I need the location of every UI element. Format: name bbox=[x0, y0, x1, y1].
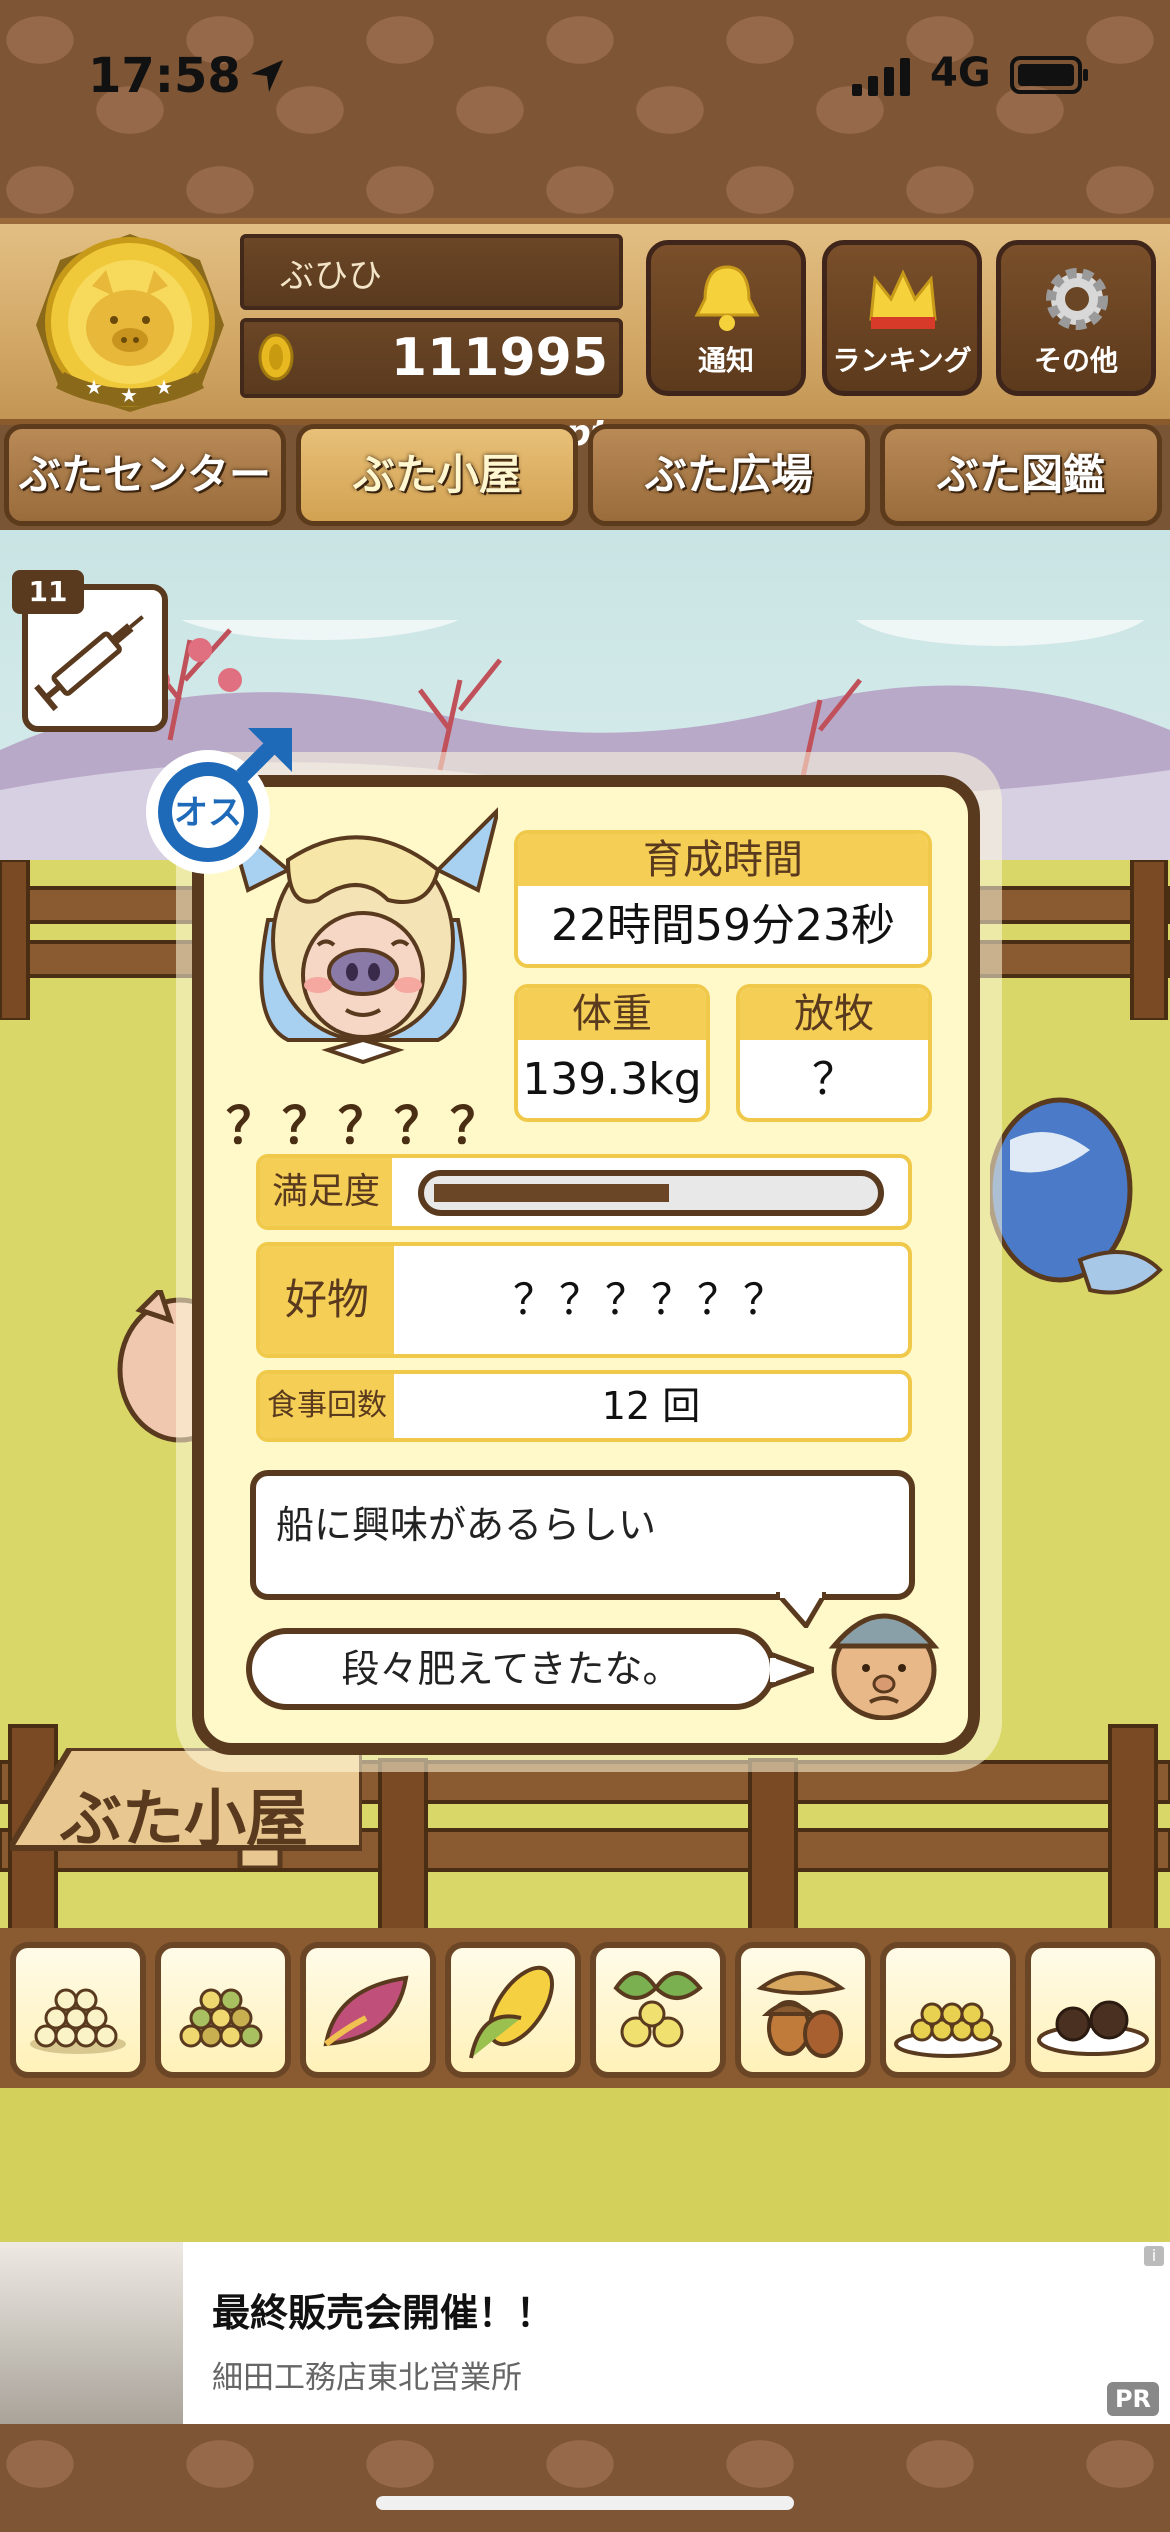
grazing-value: ？ bbox=[812, 1054, 856, 1105]
food-truffle[interactable] bbox=[1025, 1942, 1161, 2078]
favorite-label: 好物 bbox=[260, 1246, 394, 1354]
food-soybeans[interactable] bbox=[880, 1942, 1016, 2078]
meals-row: 食事回数 12 回 bbox=[256, 1370, 912, 1442]
ranking-label: ランキング bbox=[832, 344, 972, 377]
bell-icon bbox=[694, 265, 760, 331]
pig-medal-icon[interactable]: ★ ★ ★ bbox=[30, 230, 230, 415]
beans-icon bbox=[613, 1971, 703, 2048]
signal-bars-icon bbox=[852, 58, 910, 96]
tab-buta-center[interactable]: ぶたセンター bbox=[4, 424, 286, 526]
ad-advertiser[interactable]: 細田工務店東北営業所 bbox=[212, 2352, 522, 2397]
home-indicator[interactable] bbox=[376, 2496, 794, 2510]
grain-pile-white-icon bbox=[30, 1988, 126, 2054]
status-time: 17:58 bbox=[88, 48, 241, 104]
farmer-avatar bbox=[828, 1613, 940, 1720]
notification-button[interactable]: 通知 bbox=[646, 240, 806, 396]
tab-buta-encyclopedia[interactable]: ぶた図鑑 bbox=[880, 424, 1162, 526]
pig-name: ？？？？？ bbox=[226, 1097, 506, 1155]
raising-time-box: 育成時間 22時間59分23秒 bbox=[514, 830, 932, 968]
weight-label: 体重 bbox=[518, 988, 706, 1040]
favorite-row: 好物 ？？？？？？ bbox=[256, 1242, 912, 1358]
sweet-potato-icon bbox=[323, 1975, 409, 2047]
acorn-icon bbox=[756, 1971, 846, 2058]
battery-icon bbox=[1010, 56, 1088, 94]
grazing-box: 放牧 ？ bbox=[736, 984, 932, 1122]
notification-label: 通知 bbox=[697, 344, 754, 377]
top-pattern-background bbox=[0, 0, 1170, 225]
pig-comment-bubble: 船に興味があるらしい bbox=[250, 1470, 915, 1600]
food-grain-mixed[interactable] bbox=[155, 1942, 291, 2078]
player-name: ぶひひ bbox=[240, 234, 623, 310]
svg-text:★: ★ bbox=[85, 375, 103, 399]
satisfaction-bar-fill bbox=[434, 1184, 669, 1202]
location-arrow-icon bbox=[251, 60, 283, 92]
food-beans[interactable] bbox=[590, 1942, 726, 2078]
ad-pr-badge: PR bbox=[1107, 2382, 1159, 2416]
food-acorn[interactable] bbox=[735, 1942, 871, 2078]
farmer-comment-bubble: 段々肥えてきたな。 bbox=[246, 1628, 776, 1710]
weight-box: 体重 139.3kg bbox=[514, 984, 710, 1122]
favorite-value: ？？？？？？ bbox=[512, 1275, 789, 1324]
points-number: 111995 bbox=[390, 328, 608, 388]
other-button[interactable]: その他 bbox=[996, 240, 1156, 396]
corn-icon bbox=[469, 1965, 555, 2059]
grazing-label: 放牧 bbox=[740, 988, 928, 1040]
network-type: 4G bbox=[930, 50, 991, 96]
satisfaction-label: 満足度 bbox=[260, 1158, 392, 1226]
truffle-icon bbox=[1037, 2000, 1149, 2056]
other-label: その他 bbox=[1033, 344, 1118, 377]
coin-icon bbox=[258, 333, 294, 381]
side-pig-right bbox=[990, 1097, 1163, 1295]
comment-bubble-tail bbox=[776, 1592, 826, 1628]
ad-title[interactable]: 最終販売会開催！！ bbox=[212, 2282, 554, 2337]
ranking-button[interactable]: ランキング bbox=[822, 240, 982, 396]
meals-label: 食事回数 bbox=[260, 1374, 394, 1438]
hut-sign-label: ぶた小屋 bbox=[60, 1782, 309, 1855]
syringe-count: 11 bbox=[12, 570, 84, 614]
grass-field-lower bbox=[0, 2088, 1170, 2243]
gear-icon bbox=[1046, 268, 1108, 330]
raising-time-label: 育成時間 bbox=[518, 834, 928, 886]
male-gender-badge: オス bbox=[146, 728, 292, 874]
raising-time-value: 22時間59分23秒 bbox=[551, 900, 895, 951]
food-grain-white[interactable] bbox=[10, 1942, 146, 2078]
gender-label: オス bbox=[174, 793, 242, 833]
farmer-bubble-tail bbox=[770, 1651, 814, 1689]
meals-value: 12 回 bbox=[601, 1384, 701, 1428]
food-sweet-potato[interactable] bbox=[300, 1942, 436, 2078]
svg-text:★: ★ bbox=[120, 383, 138, 407]
tab-buta-hut[interactable]: ぶた小屋 bbox=[296, 424, 578, 526]
svg-text:★: ★ bbox=[155, 375, 173, 399]
food-corn[interactable] bbox=[445, 1942, 581, 2078]
bottom-pattern-background bbox=[0, 2424, 1170, 2532]
ad-info-icon[interactable]: i bbox=[1144, 2246, 1164, 2266]
crown-icon bbox=[869, 269, 937, 329]
grain-pile-mixed-icon bbox=[179, 1988, 263, 2048]
weight-value: 139.3kg bbox=[522, 1054, 702, 1105]
soybeans-icon bbox=[894, 2002, 1002, 2058]
tab-buta-plaza[interactable]: ぶた広場 bbox=[588, 424, 870, 526]
ad-image[interactable] bbox=[0, 2242, 183, 2424]
